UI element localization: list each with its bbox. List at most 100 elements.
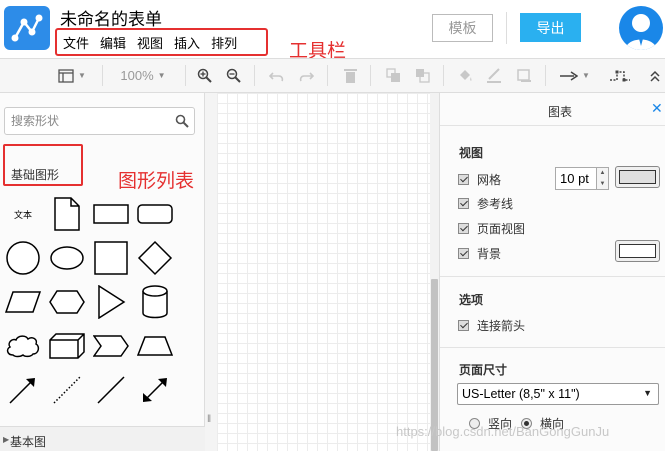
chevron-down-icon: ▼ bbox=[582, 71, 590, 80]
vertical-scrollbar[interactable] bbox=[430, 93, 439, 451]
panel-resize-handle[interactable]: ‖ bbox=[205, 93, 217, 451]
shape-cylinder[interactable] bbox=[135, 282, 175, 322]
page-size-select[interactable]: US-Letter (8,5" x 11") ▼ bbox=[457, 383, 659, 405]
shadow-button[interactable] bbox=[514, 59, 534, 92]
background-checkbox[interactable] bbox=[458, 247, 469, 259]
shape-circle[interactable] bbox=[3, 238, 43, 278]
guides-option[interactable]: 参考线 bbox=[458, 195, 513, 211]
tab-diagram[interactable]: 图表 ✕ bbox=[440, 93, 665, 126]
undo-icon bbox=[268, 71, 283, 81]
shape-triangle[interactable] bbox=[91, 282, 131, 322]
to-front-icon bbox=[385, 68, 400, 82]
toolbar-divider bbox=[254, 65, 255, 86]
shape-parallelogram[interactable] bbox=[3, 282, 43, 322]
export-button[interactable]: 导出 bbox=[520, 13, 581, 42]
shape-dotted-line[interactable] bbox=[47, 370, 87, 410]
background-option[interactable]: 背景 bbox=[458, 245, 501, 261]
collapse-button[interactable] bbox=[645, 59, 665, 92]
delete-icon bbox=[343, 69, 357, 83]
shape-diamond[interactable] bbox=[135, 238, 175, 278]
document-title[interactable]: 未命名的表单 bbox=[60, 5, 162, 30]
background-color-swatch[interactable] bbox=[615, 240, 660, 262]
connection-dropdown[interactable]: ▼ bbox=[557, 59, 593, 92]
shape-hexagon[interactable] bbox=[47, 282, 87, 322]
annotation-shapes-label: 图形列表 bbox=[118, 171, 195, 192]
chevron-down-icon: ▼ bbox=[157, 71, 166, 80]
zoom-out-button[interactable] bbox=[223, 59, 243, 92]
section-basic-diagram[interactable]: ▶ 基本图 bbox=[0, 426, 205, 451]
template-button[interactable]: 模板 bbox=[432, 14, 493, 42]
options-section-title: 选项 bbox=[459, 293, 484, 307]
dropdown-arrow-icon: ▼ bbox=[643, 388, 652, 398]
toolbar-divider bbox=[370, 65, 371, 86]
line-color-icon bbox=[487, 68, 501, 83]
connection-icon bbox=[560, 70, 579, 81]
shape-ellipse[interactable] bbox=[47, 238, 87, 278]
waypoints-dropdown[interactable] bbox=[605, 59, 635, 92]
search-icon[interactable] bbox=[175, 114, 189, 128]
view-section-title: 视图 bbox=[459, 146, 484, 160]
close-icon[interactable]: ✕ bbox=[651, 100, 663, 117]
shape-arrow[interactable] bbox=[3, 370, 43, 410]
to-back-button[interactable] bbox=[412, 59, 432, 92]
toolbar-divider bbox=[102, 65, 103, 86]
undo-button[interactable] bbox=[266, 59, 286, 92]
shape-search bbox=[4, 107, 195, 135]
search-input[interactable] bbox=[5, 108, 165, 134]
grid-color-swatch[interactable] bbox=[615, 166, 660, 188]
shape-step[interactable] bbox=[91, 326, 131, 366]
shape-trapezoid[interactable] bbox=[135, 326, 175, 366]
format-panel: 图表 ✕ 视图 网格 10 pt ▲▼ 参考线 页面视图 背景 选项 连接箭头 bbox=[439, 93, 665, 451]
menu-arrange[interactable]: 排列 bbox=[209, 33, 239, 52]
grid-size-input[interactable]: 10 pt bbox=[555, 167, 597, 190]
shape-cube[interactable] bbox=[47, 326, 87, 366]
line-color-button[interactable] bbox=[484, 59, 504, 92]
toolbar-divider bbox=[545, 65, 546, 86]
shape-rounded-rectangle[interactable] bbox=[135, 194, 175, 234]
delete-button[interactable] bbox=[340, 59, 360, 92]
fill-color-icon bbox=[460, 70, 472, 81]
menu-view[interactable]: 视图 bbox=[135, 33, 165, 52]
grid-option[interactable]: 网格 bbox=[458, 171, 501, 187]
page-size-section-title: 页面尺寸 bbox=[459, 363, 508, 377]
section-basic-shapes[interactable]: 基础图形 bbox=[3, 144, 83, 186]
waypoints-icon bbox=[610, 70, 630, 81]
fill-color-button[interactable] bbox=[455, 59, 475, 92]
menu-file[interactable]: 文件 bbox=[61, 33, 91, 52]
zoom-dropdown[interactable]: 100% ▼ bbox=[108, 59, 178, 92]
to-front-button[interactable] bbox=[383, 59, 403, 92]
page-view-icon bbox=[58, 68, 74, 83]
zoom-level: 100% bbox=[120, 68, 154, 83]
to-back-icon bbox=[415, 69, 430, 83]
grid-size-stepper[interactable]: ▲ ▼ bbox=[597, 167, 609, 190]
shape-text[interactable]: 文本 bbox=[3, 194, 43, 234]
watermark: https://blog.csdn.net/BanGongGunJu bbox=[396, 424, 610, 439]
shape-rectangle[interactable] bbox=[91, 194, 131, 234]
toolbar-divider bbox=[185, 65, 186, 86]
shape-document[interactable] bbox=[47, 194, 87, 234]
page-view-button[interactable]: ▼ bbox=[52, 59, 92, 92]
connection-arrows-checkbox[interactable] bbox=[458, 319, 469, 331]
connection-arrows-option[interactable]: 连接箭头 bbox=[458, 317, 525, 333]
avatar[interactable] bbox=[619, 6, 663, 50]
app-root: 未命名的表单 文件 编辑 视图 插入 排列 工具栏 模板 导出 ▼ 100% ▼… bbox=[0, 0, 665, 451]
guides-checkbox[interactable] bbox=[458, 197, 469, 209]
grid-checkbox[interactable] bbox=[458, 173, 469, 185]
zoom-in-button[interactable] bbox=[194, 59, 214, 92]
redo-icon bbox=[299, 71, 314, 81]
page-view-option[interactable]: 页面视图 bbox=[458, 220, 525, 236]
page-view-checkbox[interactable] bbox=[458, 222, 469, 234]
shape-line[interactable] bbox=[91, 370, 131, 410]
section-title: 基础图形 bbox=[11, 168, 60, 182]
menu-edit[interactable]: 编辑 bbox=[98, 33, 128, 52]
chevron-down-icon: ▼ bbox=[78, 71, 86, 80]
shape-cloud[interactable] bbox=[3, 326, 43, 366]
header-divider bbox=[506, 12, 507, 44]
shape-bidirectional-arrow[interactable] bbox=[135, 370, 175, 410]
shape-square[interactable] bbox=[91, 238, 131, 278]
app-logo-icon bbox=[4, 6, 50, 50]
toolbar: ▼ 100% ▼ ▼ bbox=[0, 58, 665, 93]
menu-insert[interactable]: 插入 bbox=[172, 33, 202, 52]
redo-button[interactable] bbox=[296, 59, 316, 92]
drawing-canvas[interactable] bbox=[217, 93, 430, 451]
